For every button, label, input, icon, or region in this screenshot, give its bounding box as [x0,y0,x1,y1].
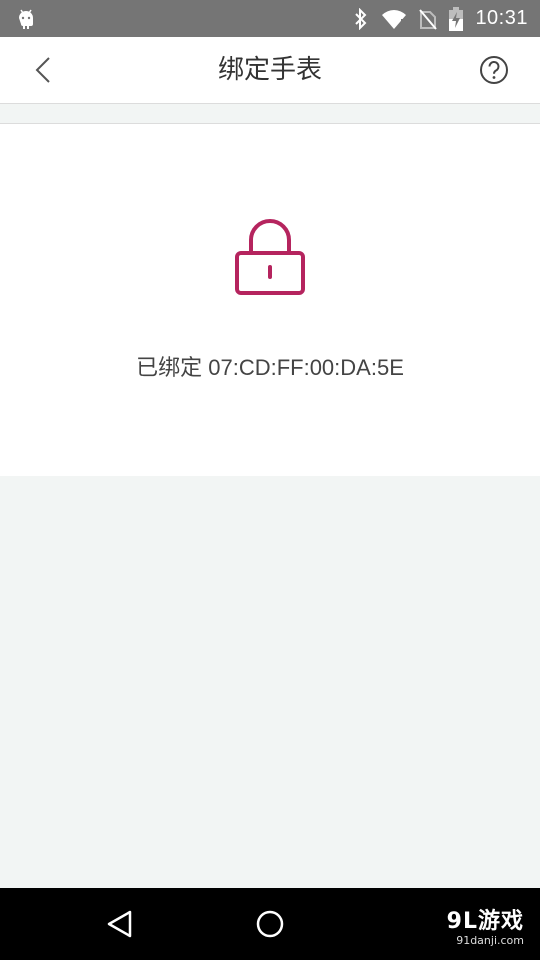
no-sim-icon [419,8,438,30]
bluetooth-icon [355,7,367,30]
help-circle-icon [480,56,508,84]
status-time: 10:31 [475,7,528,29]
back-triangle-icon[interactable] [104,908,136,940]
home-circle-icon[interactable] [254,908,286,940]
header-divider-strip [0,104,540,124]
page-title: 绑定手表 [217,55,322,85]
help-button[interactable] [478,54,510,86]
system-nav-bar: 9L游戏 91danji.com [0,888,540,960]
bind-status-card: 已绑定 07:CD:FF:00:DA:5E [0,124,540,476]
android-icon [19,9,33,29]
bound-device-text: 已绑定 07:CD:FF:00:DA:5E [136,355,404,380]
watermark-url: 91danji.com [456,934,524,947]
watermark-logo-text: 9L游戏 [446,909,524,934]
wifi-icon [382,9,407,29]
battery-charging-icon [449,6,464,31]
status-bar: 10:31 [0,0,540,37]
lock-icon [235,219,305,295]
app-header: 绑定手表 [0,37,540,104]
status-icons: 10:31 [353,0,528,37]
watermark: 9L游戏 91danji.com [447,910,524,948]
